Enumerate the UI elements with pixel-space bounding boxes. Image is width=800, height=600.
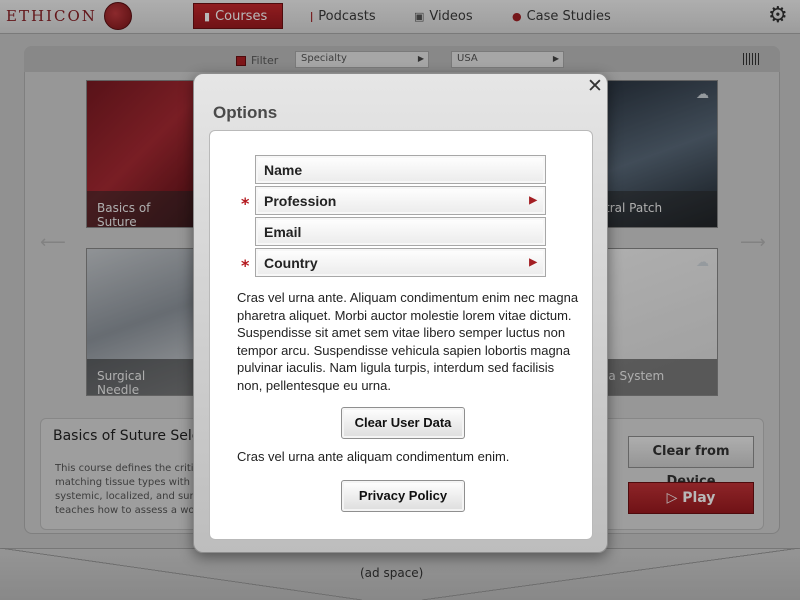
caret-right-icon: ▶: [529, 257, 537, 268]
options-info-text: Cras vel urna ante. Aliquam condimentum …: [237, 290, 579, 393]
required-marker: *: [241, 256, 250, 275]
caret-right-icon: ▶: [529, 195, 537, 206]
email-field-label: Email: [264, 224, 302, 240]
country-field-label: Country: [264, 255, 318, 271]
name-field-label: Name: [264, 162, 303, 178]
country-dropdown[interactable]: Country ▶: [255, 248, 546, 277]
email-field[interactable]: Email: [255, 217, 546, 246]
name-field[interactable]: Name: [255, 155, 546, 184]
modal-title: Options: [213, 103, 278, 122]
close-icon[interactable]: ✕: [583, 75, 607, 97]
required-marker: *: [241, 194, 250, 213]
clear-user-data-button[interactable]: Clear User Data: [341, 407, 465, 439]
profession-field-label: Profession: [264, 193, 337, 209]
privacy-info-text: Cras vel urna ante aliquam condimentum e…: [237, 449, 510, 464]
privacy-policy-button[interactable]: Privacy Policy: [341, 480, 465, 512]
profession-dropdown[interactable]: Profession ▶: [255, 186, 546, 215]
